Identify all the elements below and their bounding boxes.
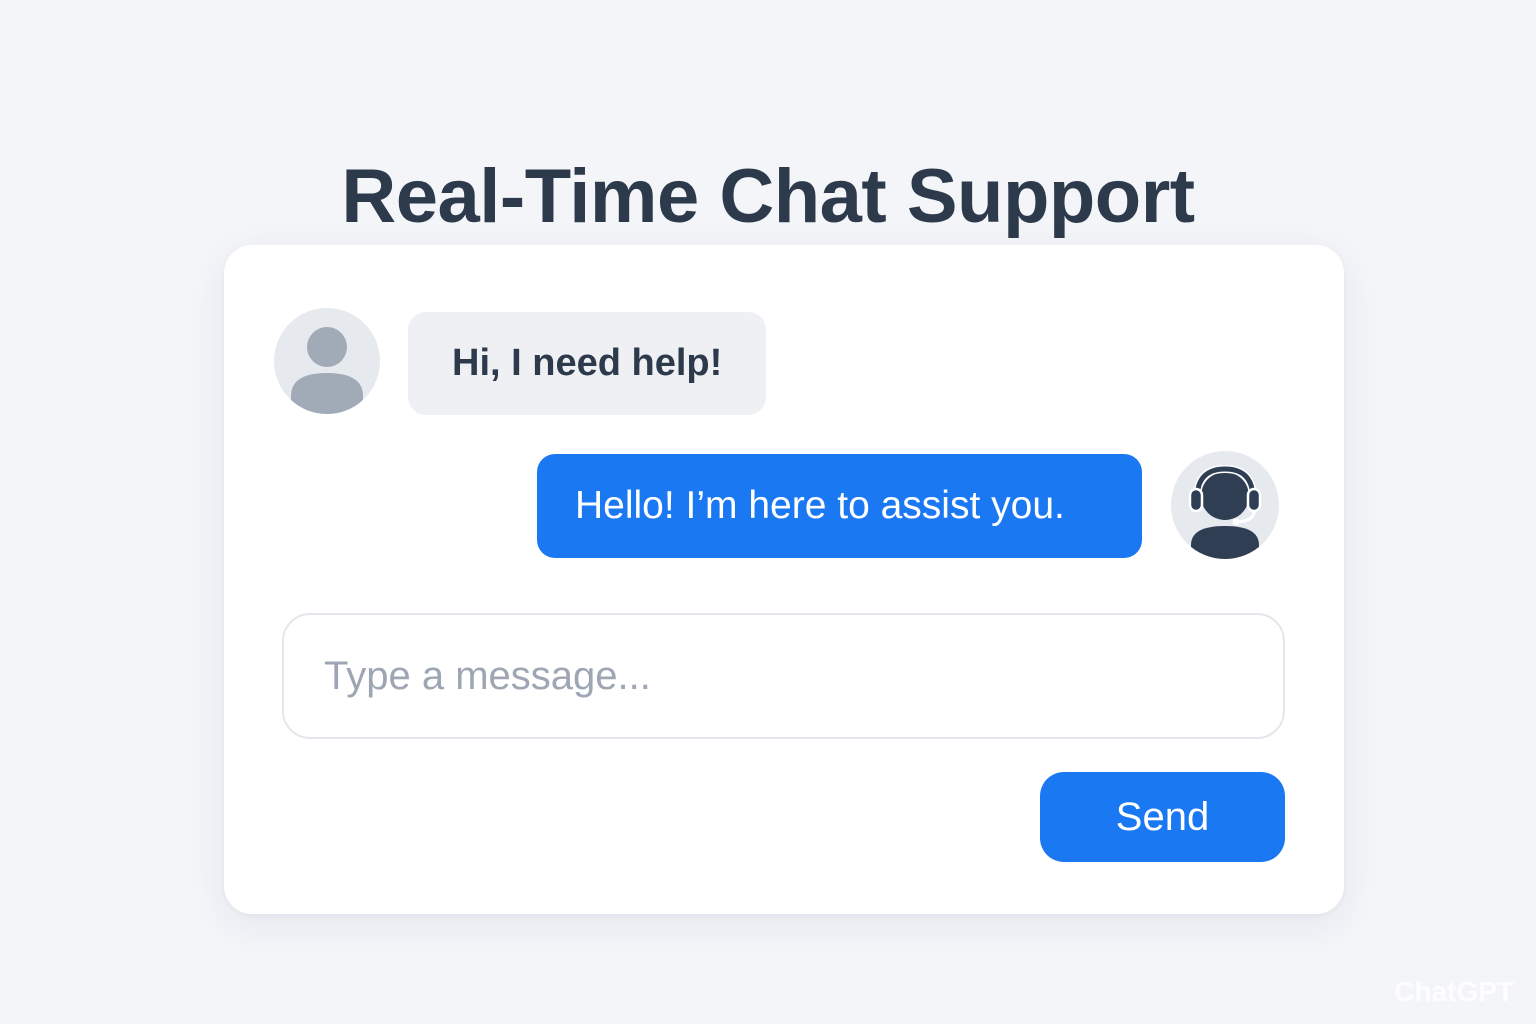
headset-agent-icon <box>1188 464 1262 559</box>
message-text: Hello! I’m here to assist you. <box>575 484 1065 527</box>
chat-panel: Hi, I need help! Hello! I’m here to assi… <box>224 245 1344 914</box>
message-input[interactable] <box>282 613 1285 739</box>
watermark: ChatGPT <box>1394 976 1514 1007</box>
message-bubble-incoming: Hi, I need help! <box>408 312 767 415</box>
send-button[interactable]: Send <box>1040 772 1285 862</box>
user-silhouette-icon <box>291 327 363 414</box>
page-title: Real-Time Chat Support <box>341 153 1195 239</box>
message-text: Hi, I need help! <box>452 342 723 384</box>
message-bubble-outgoing: Hello! I’m here to assist you. <box>537 454 1142 558</box>
agent-avatar <box>1171 451 1279 559</box>
user-avatar <box>274 308 380 414</box>
